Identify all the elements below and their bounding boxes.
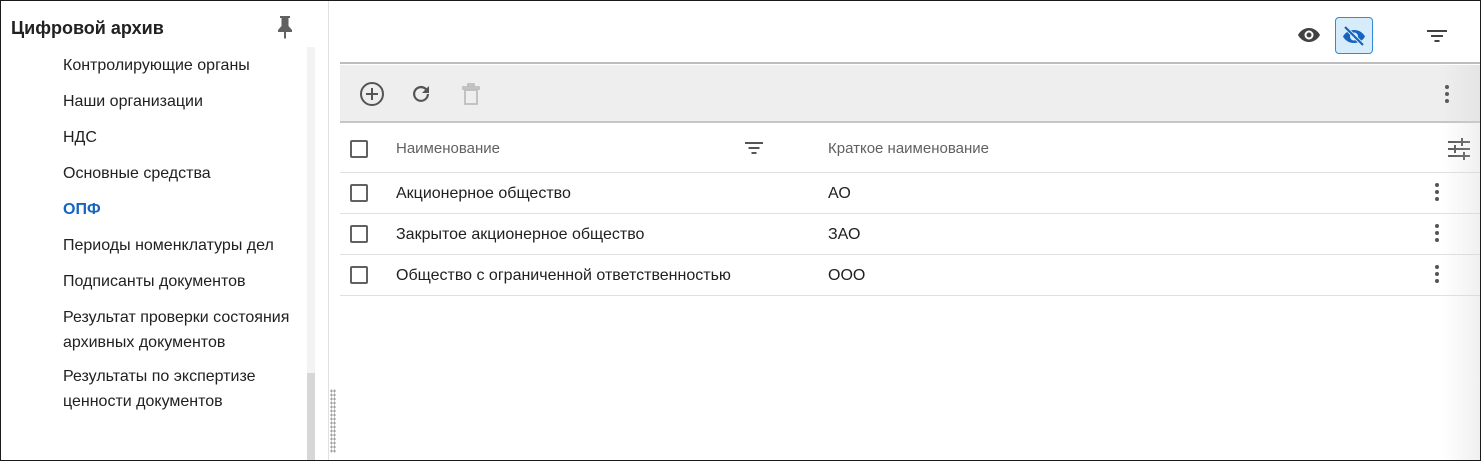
select-all-checkbox[interactable] [350,140,368,158]
column-settings-icon[interactable] [1447,137,1471,161]
sidebar-header: Цифровой архив [1,1,329,47]
sidebar-title: Цифровой архив [11,18,164,38]
sidebar-scrollbar-thumb[interactable] [307,373,315,460]
sidebar: Цифровой архив Контролирующие органы Наши… [1,1,329,460]
sidebar-item[interactable]: Результаты по экспертизе ценности докуме… [1,364,291,414]
cell-short-name: ЗАО [828,226,861,243]
row-menu-icon[interactable] [1434,223,1454,245]
toolbar [340,65,1480,123]
delete-icon[interactable] [456,79,486,109]
table-header: Наименование Краткое наименование [340,125,1480,173]
cell-name: Общество с ограниченной ответственностью [396,267,731,284]
row-checkbox[interactable] [350,266,368,284]
table-row[interactable]: Закрытое акционерное общество ЗАО [340,214,1480,255]
refresh-icon[interactable] [406,79,436,109]
eye-off-icon[interactable] [1335,17,1373,54]
sidebar-item[interactable]: Периоды номенклатуры дел [1,233,291,258]
row-menu-icon[interactable] [1434,264,1454,286]
column-header-name[interactable]: Наименование [396,140,500,157]
sidebar-item[interactable]: Результат проверки состояния архивных до… [1,305,291,355]
sidebar-item[interactable]: Наши организации [1,89,291,114]
row-menu-icon[interactable] [1434,182,1454,204]
row-checkbox[interactable] [350,184,368,202]
sidebar-item[interactable]: Основные средства [1,161,291,186]
table-row[interactable]: Акционерное общество АО [340,173,1480,214]
sidebar-item[interactable]: Контролирующие органы [1,53,291,78]
cell-name: Акционерное общество [396,185,571,202]
cell-short-name: ООО [828,267,866,284]
top-bar [340,1,1480,64]
more-vertical-icon[interactable] [1432,79,1462,109]
data-table: Наименование Краткое наименование Акцион… [340,125,1480,296]
row-checkbox[interactable] [350,225,368,243]
sidebar-item[interactable]: ОПФ [1,197,291,222]
eye-icon[interactable] [1295,21,1323,49]
add-circle-icon[interactable] [357,79,387,109]
table-row[interactable]: Общество с ограниченной ответственностью… [340,255,1480,296]
cell-short-name: АО [828,185,851,202]
column-header-short-name[interactable]: Краткое наименование [828,140,989,157]
sidebar-item[interactable]: Подписанты документов [1,269,291,294]
column-filter-icon[interactable] [743,139,765,159]
main-panel: Наименование Краткое наименование Акцион… [340,1,1480,460]
pin-icon[interactable] [275,15,295,39]
sidebar-nav: Контролирующие органы Наши организации НДС… [1,47,307,414]
sidebar-item[interactable]: НДС [1,125,291,150]
cell-name: Закрытое акционерное общество [396,226,645,243]
app-window: Цифровой архив Контролирующие органы Наши… [0,0,1481,461]
filter-icon[interactable] [1423,22,1451,50]
resize-handle[interactable] [330,389,336,453]
